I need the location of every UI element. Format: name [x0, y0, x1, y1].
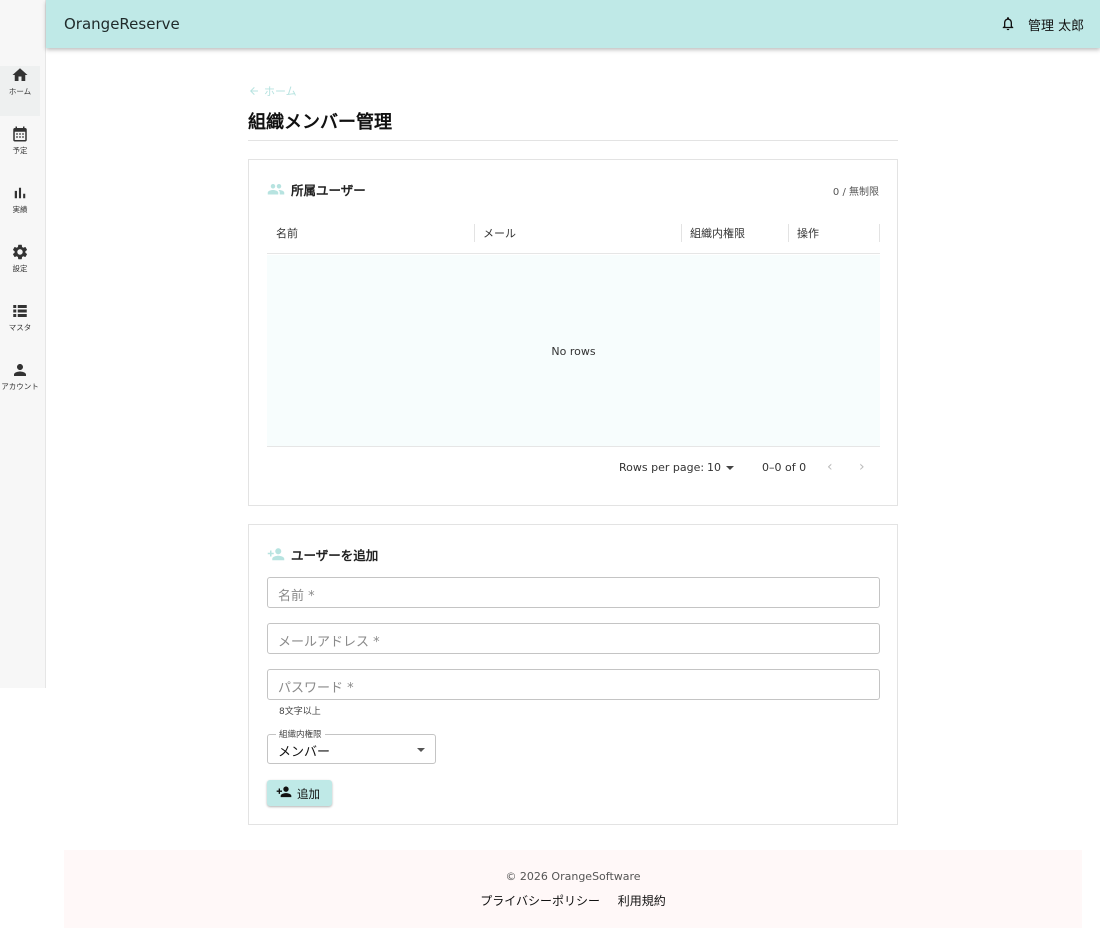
sidebar-item-account[interactable]: アカウント: [0, 361, 40, 411]
next-page-button[interactable]: ›: [859, 459, 865, 475]
pagination-range: 0–0 of 0: [762, 461, 807, 474]
caret-down-icon: [417, 748, 425, 752]
sidebar-item-label: 実績: [12, 205, 28, 214]
home-icon: [12, 68, 28, 81]
password-helper-text: 8文字以上: [279, 707, 321, 717]
column-header-role[interactable]: 組織内権限: [690, 213, 745, 254]
copyright: © 2026 OrangeSoftware: [505, 870, 641, 883]
column-header-email[interactable]: メール: [483, 213, 516, 254]
sidebar-item-master[interactable]: マスタ: [0, 302, 40, 352]
name-field[interactable]: 名前 *: [267, 577, 880, 608]
breadcrumb-back-link[interactable]: ホーム: [248, 83, 297, 99]
table-header: 名前 メール 組織内権限 操作: [267, 213, 880, 254]
role-select-label: 組織内権限: [276, 728, 325, 740]
password-field[interactable]: パスワード *: [267, 669, 880, 700]
page-title: 組織メンバー管理: [248, 112, 392, 133]
rows-per-page-select[interactable]: 10: [707, 461, 734, 474]
sidebar-item-label: マスタ: [8, 323, 32, 332]
column-header-name[interactable]: 名前: [276, 213, 298, 254]
role-select-value: メンバー: [278, 745, 331, 760]
column-separator[interactable]: [681, 224, 682, 242]
sidebar-item-label: 設定: [12, 264, 28, 273]
add-user-card: ユーザーを追加 名前 * メールアドレス * パスワード * 8文字以上 組織内…: [248, 524, 898, 825]
add-user-heading-text: ユーザーを追加: [291, 548, 379, 563]
sidebar: ホーム 予定 実績 設定 マスタ アカウント: [0, 0, 46, 688]
group-icon: [267, 184, 285, 195]
rows-per-page-label: Rows per page:: [619, 461, 705, 474]
sidebar-item-label: 予定: [12, 146, 28, 155]
bell-icon[interactable]: [1000, 15, 1016, 32]
column-separator[interactable]: [474, 224, 475, 242]
members-table: 名前 メール 組織内権限 操作 No rows Rows per page: 1…: [267, 213, 880, 508]
column-header-actions[interactable]: 操作: [797, 213, 819, 254]
caret-down-icon: [726, 466, 734, 470]
add-user-button[interactable]: 追加: [267, 780, 332, 806]
sidebar-item-settings[interactable]: 設定: [0, 243, 40, 293]
member-quota: 0 / 無制限: [832, 187, 879, 198]
email-field[interactable]: メールアドレス *: [267, 623, 880, 654]
sidebar-item-label: アカウント: [1, 382, 39, 391]
person-icon: [14, 364, 26, 376]
members-heading: 所属ユーザー: [267, 180, 366, 199]
sidebar-item-home[interactable]: ホーム: [0, 66, 40, 116]
person-add-icon: [276, 786, 292, 798]
sidebar-item-label: ホーム: [8, 87, 32, 96]
footer-links: プライバシーポリシー 利用規約: [64, 892, 1082, 909]
role-select[interactable]: 組織内権限 メンバー: [267, 728, 436, 764]
bar-chart-icon: [14, 187, 26, 199]
table-body: No rows: [267, 255, 880, 447]
list-icon: [13, 305, 27, 317]
pagination: Rows per page: 10 0–0 of 0 ‹ ›: [267, 448, 880, 488]
column-separator[interactable]: [879, 224, 880, 242]
sidebar-item-results[interactable]: 実績: [0, 184, 40, 234]
empty-state: No rows: [551, 345, 596, 358]
members-card: 所属ユーザー 0 / 無制限 名前 メール 組織内権限 操作 No rows R…: [248, 159, 898, 506]
terms-link[interactable]: 利用規約: [618, 894, 666, 908]
rows-per-page-value: 10: [707, 461, 721, 474]
footer: © 2026 OrangeSoftware プライバシーポリシー 利用規約: [64, 850, 1082, 928]
app-bar: OrangeReserve 管理 太郎: [46, 0, 1100, 48]
calendar-icon: [13, 126, 27, 142]
arrow-back-icon: [250, 87, 258, 95]
members-heading-text: 所属ユーザー: [291, 183, 366, 198]
privacy-policy-link[interactable]: プライバシーポリシー: [480, 894, 600, 908]
app-title[interactable]: OrangeReserve: [64, 15, 180, 33]
column-separator[interactable]: [788, 224, 789, 242]
user-menu[interactable]: 管理 太郎: [1028, 15, 1084, 34]
previous-page-button[interactable]: ‹: [827, 459, 833, 475]
breadcrumb-label: ホーム: [264, 85, 297, 98]
gear-icon: [12, 244, 28, 260]
person-add-icon: [267, 548, 285, 561]
title-divider: [248, 140, 898, 141]
add-user-heading: ユーザーを追加: [267, 545, 378, 564]
sidebar-item-schedule[interactable]: 予定: [0, 125, 40, 175]
add-user-button-label: 追加: [297, 787, 320, 801]
